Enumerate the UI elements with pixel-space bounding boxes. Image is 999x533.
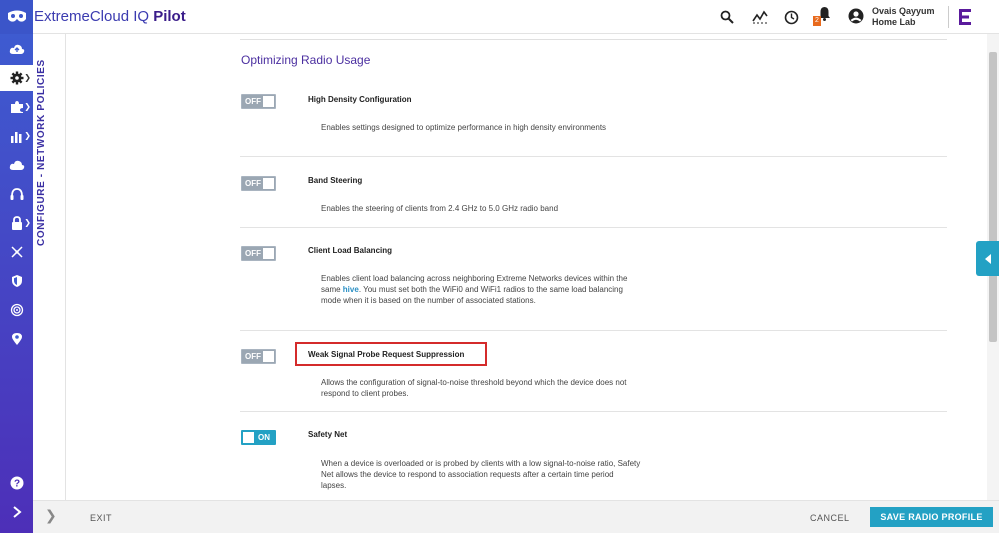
sidebar-item-configure[interactable]: ❯ — [0, 65, 33, 91]
footer-bar: ❯ EXIT CANCEL SAVE RADIO PROFILE — [33, 500, 999, 533]
safety-net-toggle[interactable]: ON — [241, 430, 276, 445]
setting-description: When a device is overloaded or is probed… — [321, 459, 641, 490]
user-name[interactable]: Ovais Qayyum — [872, 6, 935, 16]
notification-badge: 2 — [813, 16, 821, 26]
network-icon — [10, 246, 23, 258]
expand-icon — [12, 506, 22, 518]
sidebar-item-location[interactable] — [0, 326, 33, 352]
sidebar-item-network[interactable] — [0, 239, 33, 265]
setting-row-high-density: OFF High Density Configuration Enables s… — [240, 87, 947, 157]
lock-icon — [11, 216, 22, 230]
search-icon[interactable] — [718, 8, 736, 26]
setting-description: Enables client load balancing across nei… — [321, 274, 628, 305]
chevron-right-icon: ❯ — [24, 102, 31, 111]
location-pin-icon — [11, 333, 22, 345]
main-content: Optimizing Radio Usage OFF High Density … — [66, 34, 987, 500]
setting-row-client-load-balancing: OFF Client Load Balancing Enables client… — [240, 228, 947, 331]
avatar-icon[interactable] — [848, 8, 864, 24]
header-divider — [948, 6, 949, 28]
chevron-right-icon: ❯ — [24, 218, 31, 227]
radar-icon — [10, 303, 23, 317]
divider — [240, 39, 947, 40]
toggle-knob — [263, 351, 274, 362]
setting-title: Safety Net — [308, 430, 348, 439]
sidebar-item-help[interactable]: ? — [0, 470, 33, 496]
activity-icon[interactable] — [751, 8, 769, 26]
chevron-right-icon: ❯ — [24, 131, 31, 140]
cloud-icon — [9, 160, 24, 170]
setting-title: Weak Signal Probe Request Suppression — [308, 350, 465, 359]
bar-chart-icon — [10, 131, 21, 143]
sidebar-item-support[interactable] — [0, 181, 33, 207]
gear-icon — [10, 71, 23, 85]
toggle-knob — [243, 432, 254, 443]
setting-title: High Density Configuration — [308, 95, 412, 104]
help-icon: ? — [10, 476, 23, 490]
cloud-upload-icon — [9, 44, 24, 54]
chevron-right-icon: ❯ — [24, 73, 31, 82]
sidebar-item-radar[interactable] — [0, 297, 33, 323]
shield-icon — [11, 275, 22, 287]
scrollbar-thumb[interactable] — [989, 52, 997, 342]
sidebar-item-cloud[interactable] — [0, 152, 33, 178]
headset-icon — [10, 187, 23, 200]
save-radio-profile-button[interactable]: SAVE RADIO PROFILE — [870, 507, 993, 527]
sidebar-item-expand[interactable] — [0, 499, 33, 525]
top-header: ExtremeCloud IQ Pilot 2 Ovais Qayyum Hom… — [0, 0, 999, 34]
high-density-toggle[interactable]: OFF — [241, 94, 276, 109]
brand-suffix: Pilot — [153, 8, 186, 25]
sidebar-item-analytics[interactable]: ❯ — [0, 123, 33, 149]
setting-title: Band Steering — [308, 176, 363, 185]
setting-description: Enables settings designed to optimize pe… — [321, 123, 607, 132]
svg-text:?: ? — [13, 479, 19, 490]
caret-left-icon — [984, 253, 991, 264]
client-load-balancing-toggle[interactable]: OFF — [241, 246, 276, 261]
sidebar-item-plugins[interactable]: ❯ — [0, 94, 33, 120]
side-panel-toggle[interactable] — [976, 241, 999, 276]
setting-row-band-steering: OFF Band Steering Enables the steering o… — [240, 157, 947, 228]
brand-title: ExtremeCloud IQ Pilot — [34, 8, 186, 25]
sidebar-item-cloud-upload[interactable] — [0, 36, 33, 62]
toggle-knob — [263, 248, 274, 259]
main-sidebar: ❯ ❯ ❯ ❯ ? — [0, 34, 33, 533]
exit-button[interactable]: EXIT — [90, 513, 112, 523]
setting-row-safety-net: ON Safety Net When a device is overloade… — [240, 412, 947, 500]
breadcrumb-panel: CONFIGURE - NETWORK POLICIES — [33, 34, 66, 500]
sidebar-item-security[interactable]: ❯ — [0, 210, 33, 236]
band-steering-toggle[interactable]: OFF — [241, 176, 276, 191]
weak-signal-toggle[interactable]: OFF — [241, 349, 276, 364]
hive-link[interactable]: hive — [343, 285, 359, 294]
section-title: Optimizing Radio Usage — [241, 53, 371, 67]
sidebar-item-shield[interactable] — [0, 268, 33, 294]
puzzle-icon — [10, 101, 23, 113]
breadcrumb[interactable]: CONFIGURE - NETWORK POLICIES — [36, 59, 47, 246]
app-logo-icon[interactable] — [0, 0, 33, 34]
user-org: Home Lab — [872, 17, 916, 27]
setting-description: Enables the steering of clients from 2.4… — [321, 204, 559, 213]
extreme-logo-icon — [958, 8, 972, 26]
cancel-button[interactable]: CANCEL — [810, 513, 850, 523]
toggle-knob — [263, 178, 274, 189]
setting-description: Allows the configuration of signal-to-no… — [321, 378, 627, 398]
clock-icon[interactable] — [782, 8, 800, 26]
chevron-right-icon[interactable]: ❯ — [45, 507, 57, 524]
setting-row-weak-signal: OFF Weak Signal Probe Request Suppressio… — [240, 331, 947, 412]
app-root: ExtremeCloud IQ Pilot 2 Ovais Qayyum Hom… — [0, 0, 999, 533]
brand-name: ExtremeCloud IQ — [34, 8, 150, 25]
toggle-knob — [263, 96, 274, 107]
setting-title: Client Load Balancing — [308, 246, 393, 255]
